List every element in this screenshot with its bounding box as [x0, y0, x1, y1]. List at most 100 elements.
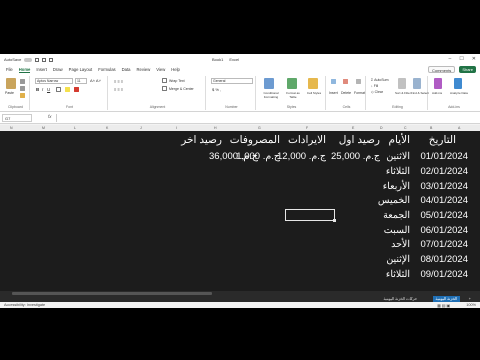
scrollbar-thumb[interactable]: [12, 292, 212, 295]
share-button[interactable]: Share: [459, 66, 476, 73]
column-header[interactable]: G: [258, 126, 261, 130]
header-date[interactable]: التاريخ: [429, 134, 456, 146]
minimize-icon[interactable]: –: [449, 56, 452, 62]
insert-icon[interactable]: [331, 79, 336, 84]
addins-button[interactable]: Add-ins: [432, 91, 442, 95]
grow-font-icon[interactable]: A˄ A˅: [90, 78, 101, 83]
font-color-icon[interactable]: [74, 87, 79, 92]
sort-filter-button[interactable]: Sort & Filter: [395, 91, 411, 95]
day-cell[interactable]: الخميس: [378, 195, 410, 206]
day-cell[interactable]: الثلاثاء: [386, 166, 410, 177]
column-header[interactable]: J: [140, 126, 142, 130]
format-as-table-icon[interactable]: [287, 78, 297, 89]
column-header[interactable]: F: [306, 126, 308, 130]
merge-center-icon[interactable]: [162, 86, 167, 91]
menu-page-layout[interactable]: Page Layout: [69, 67, 93, 73]
header-expenses[interactable]: المصروفات: [230, 134, 280, 146]
header-closing-balance[interactable]: رصيد اخر: [181, 134, 222, 146]
day-cell[interactable]: الاثنين: [386, 151, 410, 162]
column-header[interactable]: B: [430, 126, 432, 130]
date-cell[interactable]: 01/01/2024: [420, 151, 468, 162]
save-icon[interactable]: [35, 57, 40, 62]
find-select-button[interactable]: Find & Select: [411, 91, 429, 95]
close-icon[interactable]: ✕: [472, 56, 476, 62]
conditional-formatting-icon[interactable]: [264, 78, 274, 89]
format-painter-icon[interactable]: [20, 93, 25, 98]
opening-balance-value[interactable]: ج.م. 25,000: [331, 151, 380, 162]
comments-button[interactable]: Comments: [427, 66, 456, 73]
worksheet[interactable]: التاريخ الأيام رصيد اول الايرادات المصرو…: [0, 131, 480, 291]
menu-view[interactable]: View: [156, 67, 165, 73]
day-cell[interactable]: الجمعة: [383, 210, 410, 221]
insert-button[interactable]: Insert: [329, 91, 338, 95]
day-cell[interactable]: الثلاثاء: [386, 269, 410, 280]
header-revenue[interactable]: الايرادات: [288, 134, 326, 146]
closing-balance-value[interactable]: ج.م. 36,000: [209, 151, 258, 162]
active-cell-selection[interactable]: [285, 209, 336, 222]
date-cell[interactable]: 04/01/2024: [420, 195, 468, 206]
analyze-data-icon[interactable]: [454, 78, 462, 89]
fill-button[interactable]: ↓ Fill: [371, 84, 378, 88]
menu-data[interactable]: Data: [122, 67, 131, 73]
column-header[interactable]: E: [352, 126, 354, 130]
merge-center-button[interactable]: Merge & Center: [169, 87, 194, 91]
day-cell[interactable]: الأحد: [391, 239, 410, 250]
sort-filter-icon[interactable]: [398, 78, 406, 89]
maximize-icon[interactable]: ☐: [459, 56, 463, 62]
header-opening-balance[interactable]: رصيد اول: [339, 134, 380, 146]
number-format-select[interactable]: General: [211, 78, 253, 84]
currency-icon[interactable]: $ % ,: [212, 87, 221, 92]
column-header[interactable]: N: [10, 126, 13, 130]
column-header[interactable]: H: [214, 126, 217, 130]
fill-color-icon[interactable]: [65, 87, 70, 92]
formula-input[interactable]: [56, 114, 476, 122]
menu-help[interactable]: Help: [171, 67, 180, 73]
day-cell[interactable]: الإثنين: [386, 254, 410, 265]
find-select-icon[interactable]: [413, 78, 421, 89]
menu-file[interactable]: File: [6, 67, 13, 73]
analyze-data-button[interactable]: Analyze Data: [450, 91, 468, 95]
wrap-text-button[interactable]: Wrap Text: [169, 79, 185, 83]
date-cell[interactable]: 09/01/2024: [420, 269, 468, 280]
top-align-icon[interactable]: ≡ ≡ ≡: [114, 79, 123, 84]
date-cell[interactable]: 07/01/2024: [420, 239, 468, 250]
menu-draw[interactable]: Draw: [53, 67, 63, 73]
format-as-table-button[interactable]: Format as Table: [284, 91, 302, 99]
bold-icon[interactable]: B: [36, 87, 39, 92]
autosum-button[interactable]: Σ AutoSum: [371, 78, 389, 82]
column-header[interactable]: I: [176, 126, 177, 130]
cell-styles-icon[interactable]: [308, 78, 318, 89]
autosave-toggle[interactable]: [24, 57, 33, 62]
left-align-icon[interactable]: ≡ ≡ ≡: [114, 87, 123, 92]
menu-home[interactable]: Home: [18, 67, 31, 73]
delete-icon[interactable]: [343, 79, 348, 84]
fx-icon[interactable]: fx: [48, 114, 52, 119]
format-icon[interactable]: [356, 79, 361, 84]
fill-handle[interactable]: [333, 219, 336, 222]
wrap-text-icon[interactable]: [162, 78, 167, 83]
column-header[interactable]: M: [42, 126, 45, 130]
conditional-formatting-button[interactable]: Conditional Formatting: [259, 91, 283, 99]
menu-formulas[interactable]: Formulas: [98, 67, 115, 73]
column-header[interactable]: L: [74, 126, 76, 130]
paste-icon[interactable]: [6, 78, 16, 89]
date-cell[interactable]: 05/01/2024: [420, 210, 468, 221]
name-box[interactable]: G7: [2, 114, 32, 122]
italic-icon[interactable]: I: [42, 87, 43, 92]
font-name-select[interactable]: Aptos Narrow: [35, 78, 73, 84]
underline-icon[interactable]: U: [47, 87, 50, 92]
column-header[interactable]: A: [458, 126, 460, 130]
menu-review[interactable]: Review: [137, 67, 151, 73]
date-cell[interactable]: 08/01/2024: [420, 254, 468, 265]
paste-label[interactable]: Paste: [5, 91, 14, 95]
header-day[interactable]: الأيام: [388, 134, 410, 146]
date-cell[interactable]: 06/01/2024: [420, 225, 468, 236]
format-button[interactable]: Format: [354, 91, 365, 95]
view-mode-icons[interactable]: ▦ ▤ ▣: [437, 303, 450, 308]
menu-insert[interactable]: Insert: [36, 67, 46, 73]
font-size-select[interactable]: 11: [75, 78, 87, 84]
day-cell[interactable]: السبت: [384, 225, 410, 236]
cut-icon[interactable]: [20, 79, 25, 84]
accessibility-status[interactable]: Accessibility: Investigate: [4, 303, 45, 307]
date-cell[interactable]: 03/01/2024: [420, 181, 468, 192]
